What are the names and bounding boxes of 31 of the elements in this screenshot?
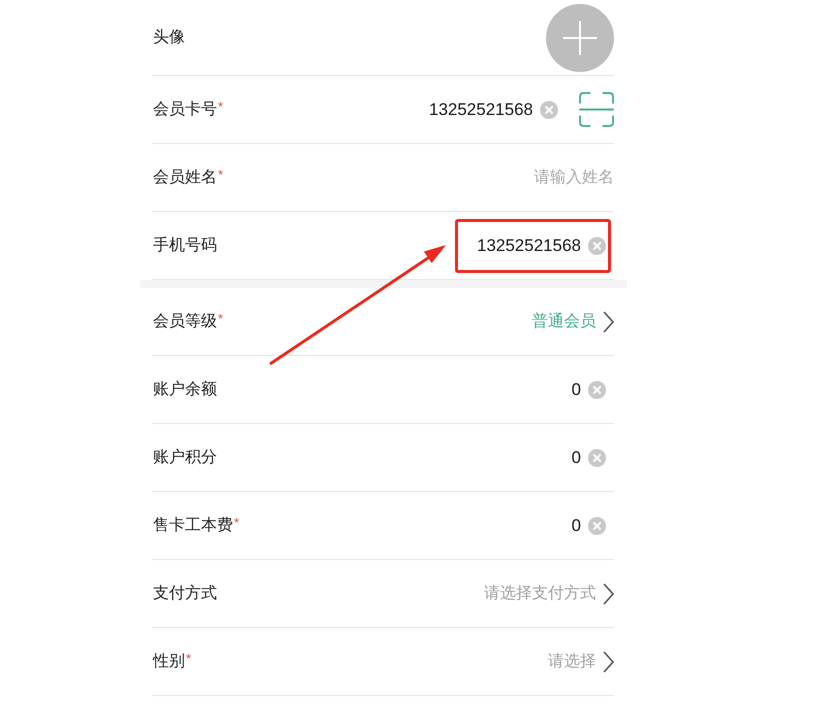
chevron-icon: [603, 650, 614, 672]
text-field[interactable]: 13252521568: [233, 234, 581, 258]
field-label: 支付方式: [153, 584, 217, 604]
field-label: 会员卡号: [153, 100, 217, 120]
text-field[interactable]: 0: [255, 514, 581, 538]
clear-icon[interactable]: [540, 100, 558, 118]
field-label: 会员姓名: [153, 168, 217, 188]
clear-icon[interactable]: [588, 516, 606, 534]
field-label: 账户余额: [153, 380, 217, 400]
text-field[interactable]: 请输入姓名: [239, 166, 614, 190]
plus-icon: [563, 20, 597, 54]
field-label: 售卡工本费: [153, 516, 233, 536]
field-label: 头像: [153, 28, 185, 48]
required-mark: *: [218, 100, 224, 112]
required-mark: *: [186, 652, 192, 664]
clear-icon[interactable]: [588, 380, 606, 398]
clear-icon[interactable]: [588, 448, 606, 466]
chevron-icon: [603, 582, 614, 604]
required-mark: *: [218, 312, 224, 324]
field-label: 账户积分: [153, 448, 217, 468]
text-field[interactable]: 0: [233, 446, 581, 470]
field-label: 会员等级: [153, 312, 217, 332]
text-field[interactable]: 13252521568: [239, 98, 533, 122]
clear-icon[interactable]: [588, 236, 606, 254]
scan-icon[interactable]: [579, 92, 614, 127]
text-field[interactable]: 0: [233, 378, 581, 402]
chevron-icon: [603, 310, 614, 332]
required-mark: *: [218, 168, 224, 180]
field-label: 性别: [153, 652, 185, 672]
field-label: 手机号码: [153, 236, 217, 256]
required-mark: *: [234, 516, 240, 528]
